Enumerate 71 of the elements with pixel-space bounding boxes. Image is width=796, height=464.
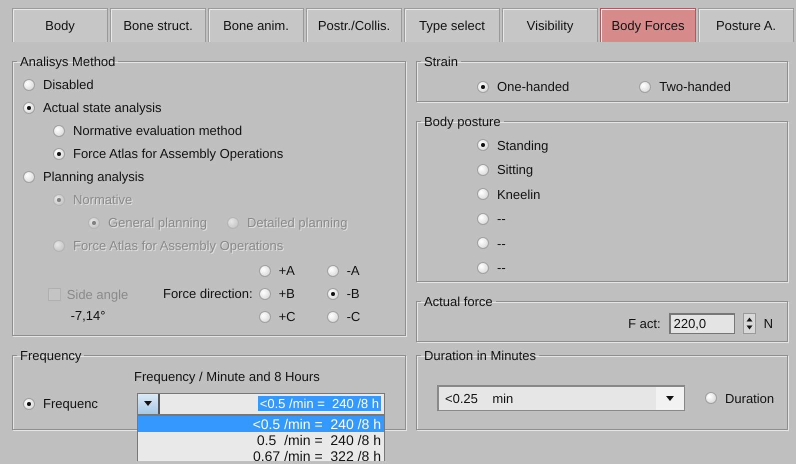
option-label: +C [278,309,296,324]
option-label: -C [346,309,360,324]
tab[interactable]: Bone struct. [110,8,206,42]
force-direction-label: Force direction: [163,286,253,301]
radio-button[interactable] [477,139,489,152]
option-label: -- [497,211,506,226]
option-label: Sitting [497,162,534,178]
option-label: Disabled [43,77,94,92]
tab[interactable]: Posture A. [698,8,794,42]
radio-button[interactable] [53,148,65,160]
dropdown-arrow-icon [144,401,152,406]
list-item[interactable]: 0.67 /min = 322 /8 h [138,448,384,460]
radio-button[interactable] [477,80,489,92]
tab[interactable]: Bone anim. [208,8,304,42]
radio-button[interactable] [326,264,339,276]
spinner-icon[interactable] [742,313,756,334]
option-label: One-handed [497,79,570,94]
option-label: -B [346,286,360,301]
unit-label: N [764,316,773,331]
option-label: -- [497,260,506,276]
option-label: Normative evaluation method [73,123,242,138]
option-label: Actual state analysis [43,100,162,115]
tab[interactable]: Visibility [502,8,598,42]
group-title: Body posture [423,114,502,129]
radio-button[interactable] [53,124,65,136]
option-label: -- [497,236,506,251]
combo-value: <0.5 /min = 240 /8 h [258,396,381,411]
option-label: Force Atlas for Assembly Operations [73,146,284,161]
radio-button[interactable] [477,212,489,225]
radio-button[interactable] [477,237,489,250]
radio-button[interactable] [477,262,489,274]
radio-button[interactable] [23,170,35,182]
group-title: Strain [423,54,459,69]
option-label: Kneelin [497,186,540,202]
radio-button[interactable] [23,102,35,114]
option-label: Duration [725,390,774,406]
radio-button[interactable] [258,310,271,322]
option-label: Frequenc [43,396,98,411]
force-input[interactable]: 220,0 [668,313,735,334]
option-label: +B [278,286,295,301]
group-title: Actual force [423,294,494,309]
field-label: F act: [628,316,661,331]
radio-button[interactable] [705,392,717,404]
group-title: Frequency [19,348,82,363]
radio-button[interactable] [258,264,271,276]
dropdown-button[interactable] [656,387,684,410]
tab[interactable]: Type select [404,8,500,42]
dropdown-arrow-icon [666,396,674,401]
radio-button[interactable] [23,78,35,90]
radio-button[interactable] [326,310,339,322]
tab[interactable]: Postr./Collis. [306,8,402,42]
radio-button[interactable] [639,80,652,92]
option-label: Standing [497,138,548,153]
option-label: -A [346,263,360,278]
option-label: Planning analysis [43,169,144,184]
duration-combo[interactable]: <0.25 min [437,385,685,411]
option-label: +A [278,263,295,278]
radio-button[interactable] [23,398,35,410]
radio-button[interactable] [258,288,271,300]
group-title: Analisys Method [19,54,116,69]
radio-button[interactable] [477,164,489,176]
radio-button[interactable] [477,188,489,200]
radio-button[interactable] [326,288,339,300]
dropdown-button[interactable] [138,394,160,414]
tab[interactable]: Body Forces [600,8,696,42]
angle-value: -7,14° [70,308,106,323]
tab[interactable]: Body [12,8,108,42]
group-title: Duration in Minutes [423,348,537,363]
caption: Frequency / Minute and 8 Hours [133,369,321,384]
list-item[interactable]: 0.5 /min = 240 /8 h [138,432,384,448]
option-label: Two-handed [659,79,731,94]
